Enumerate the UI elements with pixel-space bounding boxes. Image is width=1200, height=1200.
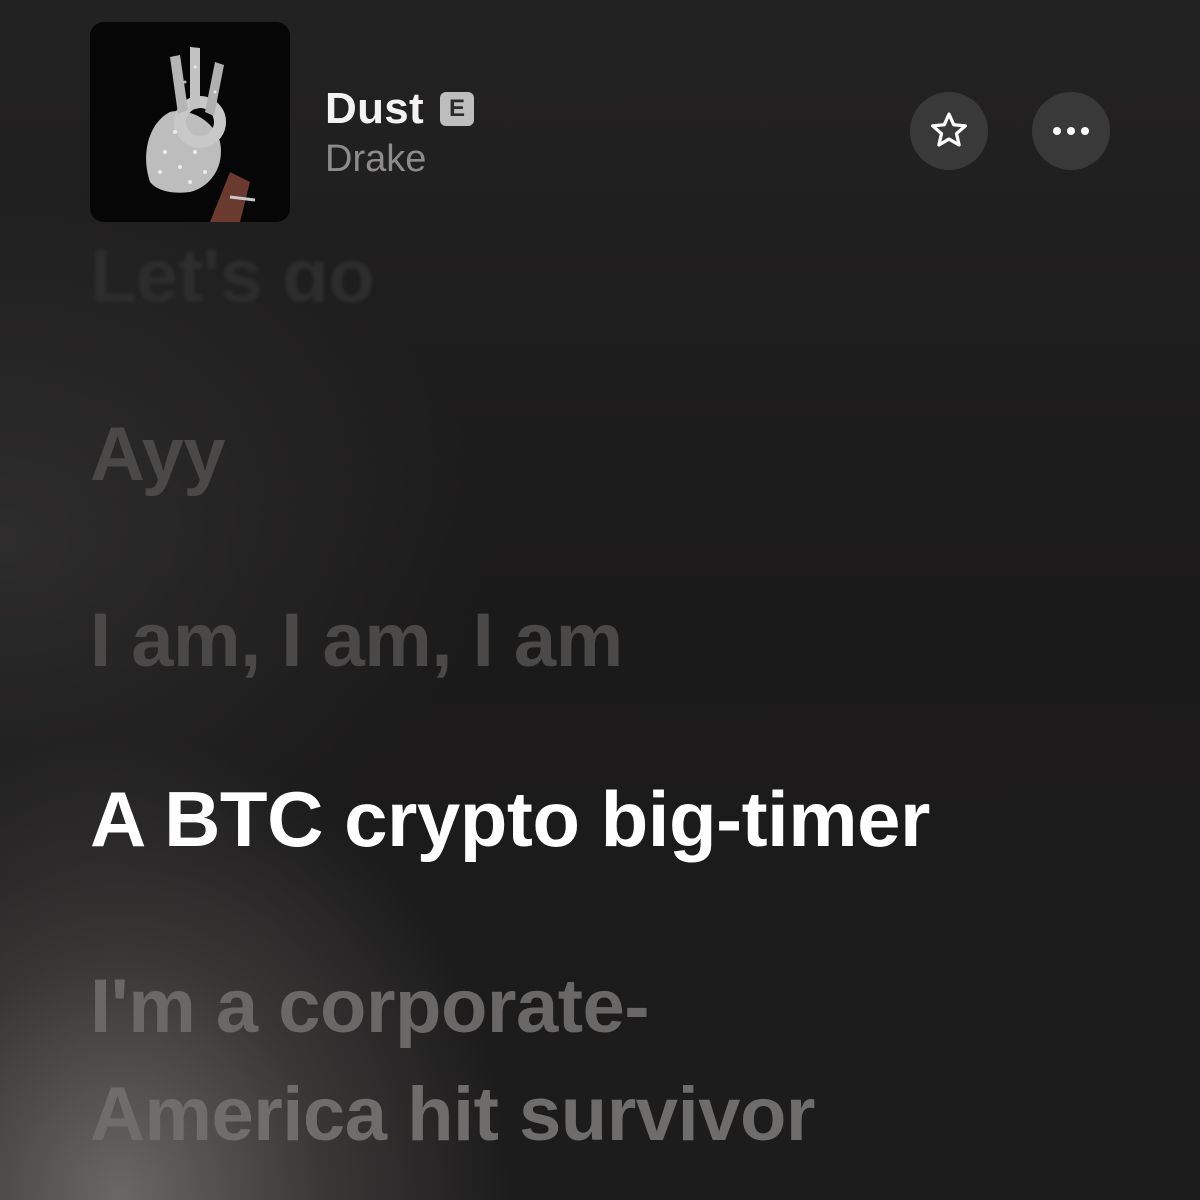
favorite-button[interactable] (910, 92, 988, 170)
lyric-line-active[interactable]: A BTC crypto big-timer (90, 774, 930, 864)
lyrics-screen: Let's go Ayy I am, I am, I am A BTC cryp… (0, 0, 1200, 1200)
lyric-line[interactable]: I am, I am, I am (90, 596, 623, 686)
explicit-badge: E (439, 92, 474, 126)
artist-name[interactable]: Drake (325, 138, 426, 181)
ellipsis-icon (1053, 127, 1089, 135)
more-options-button[interactable] (1032, 92, 1110, 170)
lyric-line-previous-text: Let's go (90, 234, 375, 302)
song-title-row: Dust E (325, 84, 474, 134)
lyric-line[interactable]: I'm a corporate- (90, 962, 650, 1052)
lyric-line[interactable]: America hit survivor (90, 1070, 815, 1160)
lyric-line[interactable]: Ayy (90, 410, 226, 500)
glove-ok-hand-artwork-icon (90, 22, 290, 222)
lyric-line-previous[interactable]: Let's go (90, 232, 374, 302)
album-artwork[interactable] (90, 22, 290, 222)
song-title[interactable]: Dust (325, 84, 424, 134)
star-icon (931, 112, 967, 147)
